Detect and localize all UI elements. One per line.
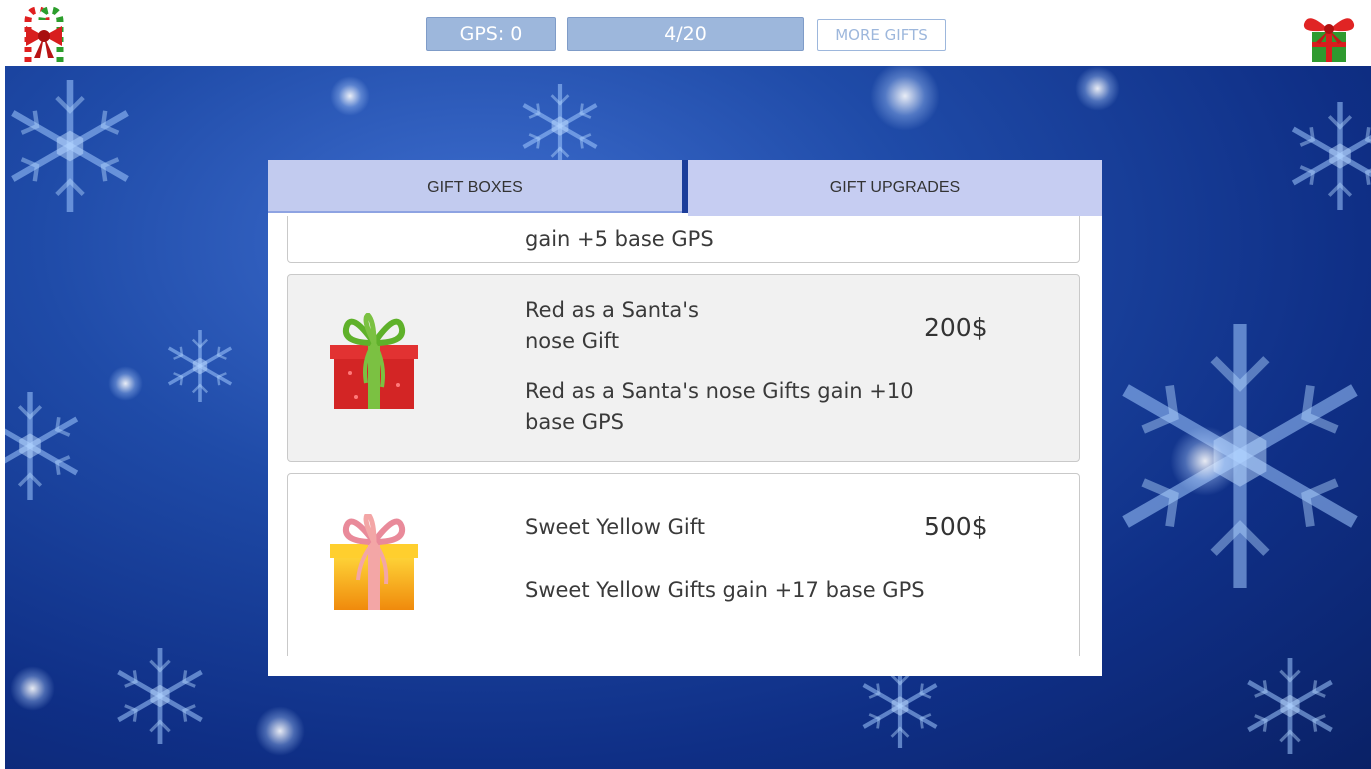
more-gifts-button[interactable]: MORE GIFTS <box>817 19 946 51</box>
tab-gift-boxes[interactable]: GIFT BOXES <box>268 160 682 213</box>
candy-cane-bow-icon <box>24 6 64 62</box>
left-edge <box>0 66 5 769</box>
yellow-gift-icon <box>330 514 418 610</box>
gift-name: Red as a Santa's nose Gift <box>525 298 699 353</box>
gift-name: Sweet Yellow Gift <box>525 515 705 539</box>
gps-counter: GPS: 0 <box>426 17 556 51</box>
list-item[interactable]: Sweet Yellow Gift 500$ Sweet Yellow Gift… <box>287 473 1080 656</box>
gift-price: 500$ <box>924 512 988 541</box>
gift-description: Sweet Yellow Gifts gain +17 base GPS <box>525 578 925 602</box>
gift-shop-panel: GIFT BOXES GIFT UPGRADES gain +5 base GP… <box>268 160 1102 676</box>
gift-progress-bar: 4/20 <box>567 17 804 51</box>
gift-description: gain +5 base GPS <box>525 227 714 251</box>
tab-gift-upgrades[interactable]: GIFT UPGRADES <box>688 160 1102 216</box>
gift-list[interactable]: gain +5 base GPS Red as a Santa's nose G… <box>268 216 1102 656</box>
red-gift-icon <box>330 313 418 409</box>
list-item[interactable]: gain +5 base GPS <box>287 216 1080 263</box>
gift-box-icon[interactable] <box>1298 8 1360 64</box>
top-bar: GPS: 0 4/20 MORE GIFTS <box>0 0 1371 66</box>
gift-description: Red as a Santa's nose Gifts gain +10 bas… <box>525 379 914 434</box>
list-item[interactable]: Red as a Santa's nose Gift 200$ Red as a… <box>287 274 1080 462</box>
gift-price: 200$ <box>924 313 988 342</box>
